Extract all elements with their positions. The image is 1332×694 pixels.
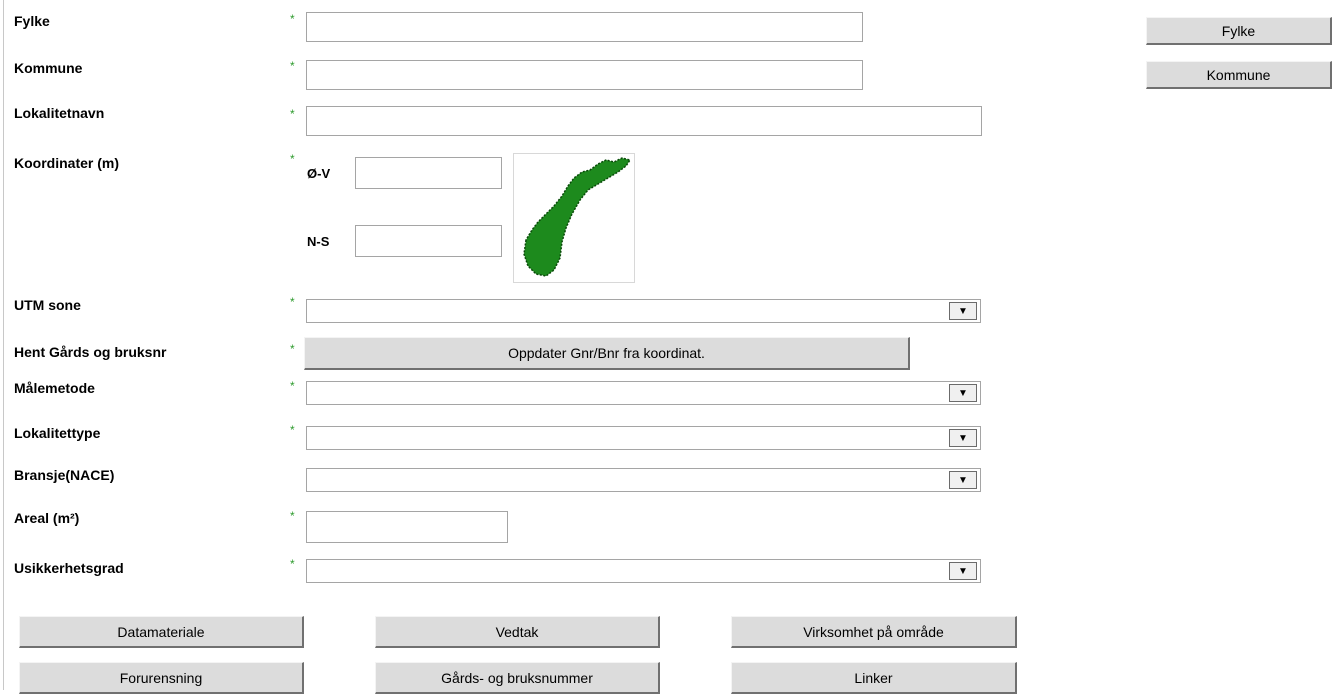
kommune-label: Kommune xyxy=(14,60,83,76)
lokalitetnavn-input[interactable] xyxy=(306,106,982,136)
fylke-input[interactable] xyxy=(306,12,863,42)
vedtak-button[interactable]: Vedtak xyxy=(375,616,660,648)
required-marker: * xyxy=(290,557,295,571)
chevron-down-icon[interactable]: ▼ xyxy=(949,471,977,489)
norway-map-button[interactable] xyxy=(513,153,635,283)
norway-map-icon xyxy=(523,157,632,277)
required-marker: * xyxy=(290,12,295,26)
lokalitettype-select[interactable]: ▼ xyxy=(306,426,981,450)
kommune-button[interactable]: Kommune xyxy=(1146,61,1332,89)
areal-label: Areal (m²) xyxy=(14,510,80,526)
lokalitettype-label: Lokalitettype xyxy=(14,425,101,441)
bransje-select[interactable]: ▼ xyxy=(306,468,981,492)
areal-input[interactable] xyxy=(306,511,508,543)
datamateriale-button[interactable]: Datamateriale xyxy=(19,616,304,648)
usikkerhet-select[interactable]: ▼ xyxy=(306,559,981,583)
required-marker: * xyxy=(290,152,295,166)
fylke-label: Fylke xyxy=(14,13,50,29)
ov-label: Ø-V xyxy=(307,166,331,181)
chevron-down-icon[interactable]: ▼ xyxy=(949,562,977,580)
required-marker: * xyxy=(290,342,295,356)
fylke-button[interactable]: Fylke xyxy=(1146,17,1332,45)
ns-label: N-S xyxy=(307,234,330,249)
linker-button[interactable]: Linker xyxy=(731,662,1017,694)
virksomhet-button[interactable]: Virksomhet på område xyxy=(731,616,1017,648)
kommune-input[interactable] xyxy=(306,60,863,90)
koordinater-label: Koordinater (m) xyxy=(14,155,119,171)
left-border xyxy=(3,0,4,690)
forurensning-button[interactable]: Forurensning xyxy=(19,662,304,694)
gards-bruksnummer-button[interactable]: Gårds- og bruksnummer xyxy=(375,662,660,694)
required-marker: * xyxy=(290,59,295,73)
lokalitetnavn-label: Lokalitetnavn xyxy=(14,105,105,121)
ns-input[interactable] xyxy=(355,225,502,257)
bransje-label: Bransje(NACE) xyxy=(14,467,115,483)
required-marker: * xyxy=(290,107,295,121)
oppdater-gnr-button[interactable]: Oppdater Gnr/Bnr fra koordinat. xyxy=(304,337,910,370)
required-marker: * xyxy=(290,509,295,523)
hent-label: Hent Gårds og bruksnr xyxy=(14,344,167,360)
utm-select[interactable]: ▼ xyxy=(306,299,981,323)
required-marker: * xyxy=(290,379,295,393)
malemetode-select[interactable]: ▼ xyxy=(306,381,981,405)
chevron-down-icon[interactable]: ▼ xyxy=(949,384,977,402)
utm-label: UTM sone xyxy=(14,297,81,313)
chevron-down-icon[interactable]: ▼ xyxy=(949,429,977,447)
chevron-down-icon[interactable]: ▼ xyxy=(949,302,977,320)
required-marker: * xyxy=(290,295,295,309)
ov-input[interactable] xyxy=(355,157,502,189)
malemetode-label: Målemetode xyxy=(14,380,95,396)
required-marker: * xyxy=(290,423,295,437)
usikkerhet-label: Usikkerhetsgrad xyxy=(14,560,124,576)
